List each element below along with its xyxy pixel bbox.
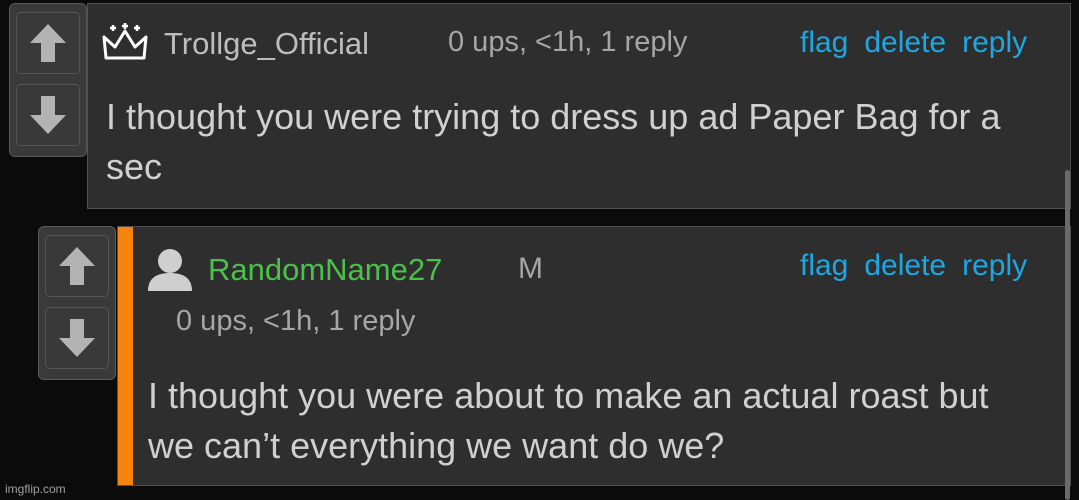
upvote-button-2[interactable] [45,235,109,297]
flag-link[interactable]: flag [800,249,848,283]
comment-body: I thought you were about to make an actu… [148,375,989,466]
upvote-button-1[interactable] [16,12,80,74]
comment-2: RandomName27 M flag delete reply 0 ups, … [117,226,1071,486]
comment-body: I thought you were trying to dress up ad… [106,96,1001,187]
comment-1: Trollge_Official 0 ups, <1h, 1 reply fla… [87,3,1071,209]
gender-label: M [518,252,543,285]
watermark: imgflip.com [5,482,66,496]
comment-meta: 0 ups, <1h, 1 reply [448,26,688,58]
flag-link[interactable]: flag [800,26,848,60]
reply-link[interactable]: reply [962,249,1027,283]
username-link[interactable]: RandomName27 [208,252,442,288]
vote-column-1 [9,3,87,157]
comment-meta: 0 ups, <1h, 1 reply [176,305,416,337]
downvote-button-1[interactable] [16,84,80,146]
arrow-up-icon [59,247,95,285]
arrow-down-icon [59,319,95,357]
reply-accent-bar [118,227,133,485]
comment-actions: flag delete reply [800,249,1027,283]
scrollbar[interactable] [1065,170,1070,500]
reply-link[interactable]: reply [962,26,1027,60]
arrow-down-icon [30,96,66,134]
username-link[interactable]: Trollge_Official [164,26,369,62]
delete-link[interactable]: delete [864,249,946,283]
downvote-button-2[interactable] [45,307,109,369]
crown-icon [102,23,148,60]
vote-column-2 [38,226,116,380]
arrow-up-icon [30,24,66,62]
delete-link[interactable]: delete [864,26,946,60]
default-avatar-icon [148,249,192,291]
comment-actions: flag delete reply [800,26,1027,60]
